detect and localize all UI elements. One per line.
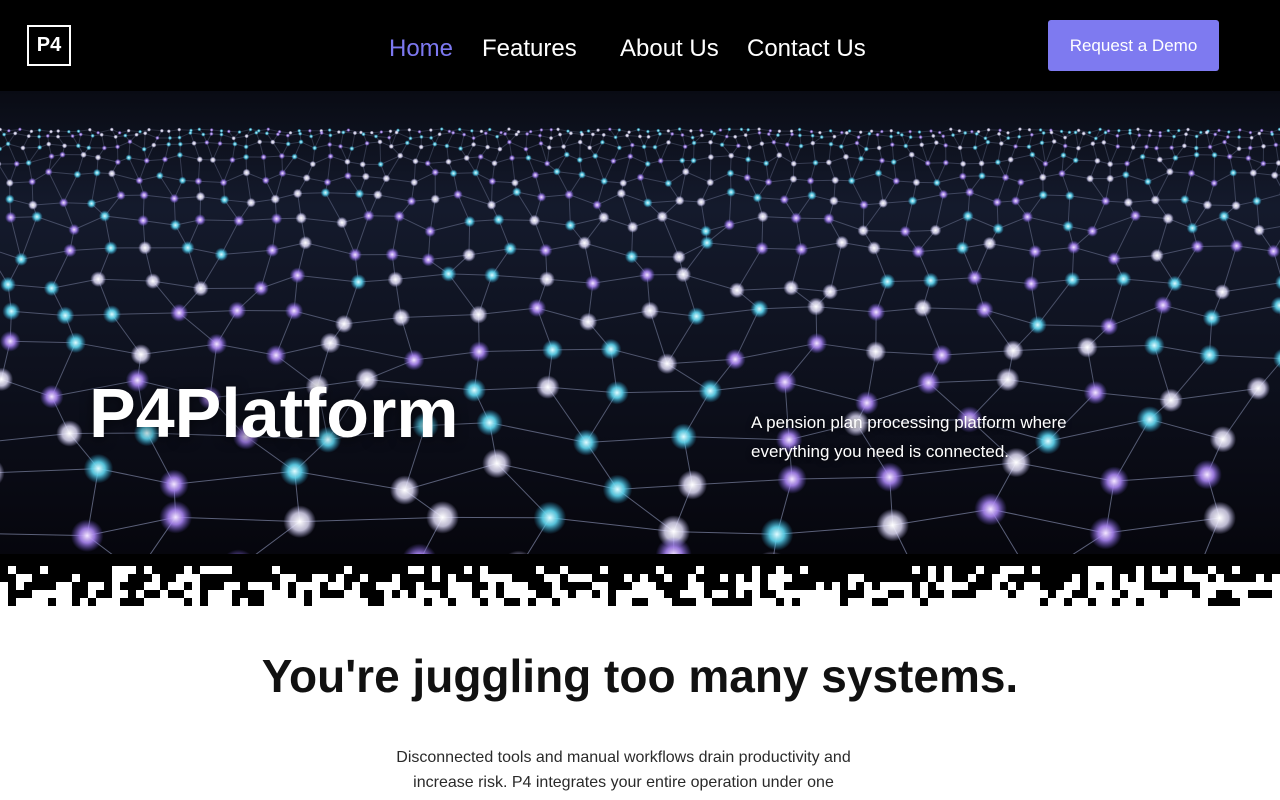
nav-home-link[interactable]: Home (389, 35, 453, 63)
nav-about-link[interactable]: About Us (620, 35, 719, 63)
nav-features-link[interactable]: Features (482, 35, 577, 63)
intro-body-text: Disconnected tools and manual workflows … (396, 749, 851, 791)
pixel-pattern-divider (0, 554, 1280, 606)
top-nav-bar: P4 Home Features About Us Contact Us Req… (0, 0, 1280, 91)
intro-heading: You're juggling too many systems. (261, 650, 1019, 702)
hero-section: P4Platform A pension plan processing pla… (0, 91, 1280, 554)
network-background-image (0, 91, 1280, 554)
hero-title: P4Platform (89, 374, 459, 452)
request-demo-button[interactable]: Request a Demo (1048, 20, 1219, 71)
hero-subtitle: A pension plan processing platform where… (751, 413, 1067, 461)
nav-contact-link[interactable]: Contact Us (747, 35, 866, 63)
p4-logo[interactable]: P4 (27, 25, 71, 66)
